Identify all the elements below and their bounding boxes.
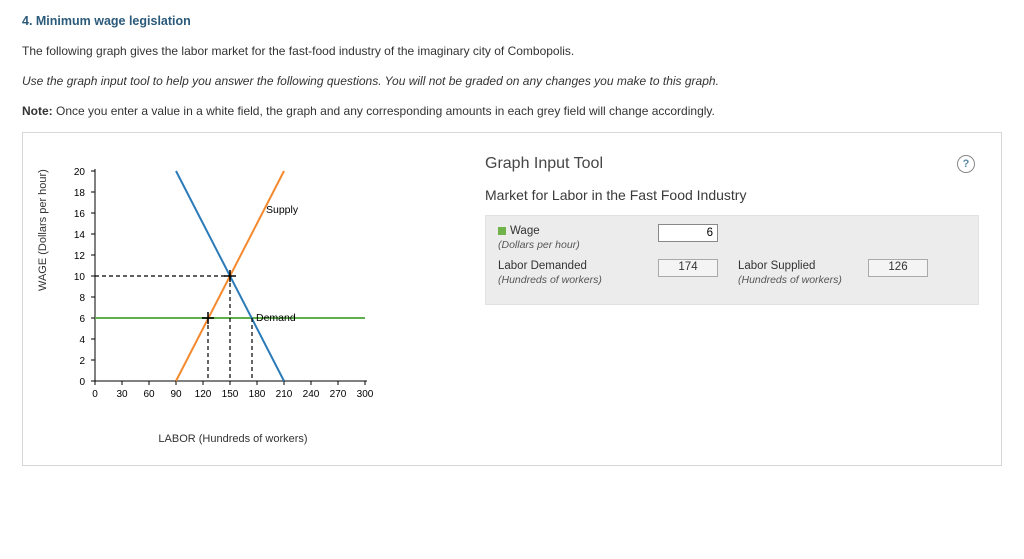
intro-text: The following graph gives the labor mark… bbox=[22, 42, 1002, 60]
svg-text:60: 60 bbox=[143, 389, 155, 400]
svg-text:12: 12 bbox=[74, 251, 86, 262]
chart-svg: 0 2 4 6 8 10 12 14 16 18 20 0 30 60 bbox=[45, 151, 385, 411]
supply-label: Supply bbox=[266, 204, 299, 216]
svg-text:30: 30 bbox=[116, 389, 128, 400]
graph-input-tool: Graph Input Tool ? Market for Labor in t… bbox=[485, 151, 979, 305]
market-subtitle: Market for Labor in the Fast Food Indust… bbox=[485, 187, 979, 203]
x-axis-label: LABOR (Hundreds of workers) bbox=[45, 433, 385, 445]
graph-input-tool-title: Graph Input Tool bbox=[485, 155, 603, 173]
y-axis-label: WAGE (Dollars per hour) bbox=[37, 169, 49, 291]
svg-text:270: 270 bbox=[330, 389, 347, 400]
svg-text:90: 90 bbox=[170, 389, 182, 400]
svg-text:210: 210 bbox=[276, 389, 293, 400]
help-icon[interactable]: ? bbox=[957, 155, 975, 173]
svg-text:4: 4 bbox=[79, 335, 85, 346]
wage-swatch-icon bbox=[498, 227, 506, 235]
svg-text:10: 10 bbox=[74, 272, 86, 283]
chart-area[interactable]: WAGE (Dollars per hour) 0 2 4 6 8 10 12 … bbox=[45, 151, 385, 431]
labor-supplied-value: 126 bbox=[868, 259, 928, 277]
input-table: Wage (Dollars per hour) Labor Demanded (… bbox=[485, 215, 979, 305]
svg-text:240: 240 bbox=[303, 389, 320, 400]
labor-demanded-label: Labor Demanded (Hundreds of workers) bbox=[498, 259, 638, 288]
instruction-text: Use the graph input tool to help you ans… bbox=[22, 72, 1002, 90]
svg-text:2: 2 bbox=[79, 356, 85, 367]
wage-label: Wage (Dollars per hour) bbox=[498, 224, 638, 253]
note-text: Once you enter a value in a white field,… bbox=[53, 104, 715, 118]
question-heading: 4. Minimum wage legislation bbox=[22, 14, 1002, 28]
svg-text:14: 14 bbox=[74, 230, 86, 241]
svg-text:150: 150 bbox=[222, 389, 239, 400]
svg-text:0: 0 bbox=[79, 377, 85, 388]
labor-supplied-label: Labor Supplied (Hundreds of workers) bbox=[738, 259, 848, 288]
note-label: Note: bbox=[22, 104, 53, 118]
svg-text:180: 180 bbox=[249, 389, 266, 400]
demand-label: Demand bbox=[256, 312, 296, 324]
svg-text:16: 16 bbox=[74, 209, 86, 220]
labor-demanded-value: 174 bbox=[658, 259, 718, 277]
svg-text:0: 0 bbox=[92, 389, 98, 400]
svg-text:120: 120 bbox=[195, 389, 212, 400]
chart-block: WAGE (Dollars per hour) 0 2 4 6 8 10 12 … bbox=[45, 151, 405, 445]
svg-text:300: 300 bbox=[357, 389, 374, 400]
wage-input[interactable] bbox=[658, 224, 718, 242]
note-line: Note: Once you enter a value in a white … bbox=[22, 102, 1002, 120]
svg-text:18: 18 bbox=[74, 188, 86, 199]
svg-text:6: 6 bbox=[79, 314, 85, 325]
svg-text:8: 8 bbox=[79, 293, 85, 304]
graph-tool-panel: WAGE (Dollars per hour) 0 2 4 6 8 10 12 … bbox=[22, 132, 1002, 466]
svg-text:20: 20 bbox=[74, 167, 86, 178]
